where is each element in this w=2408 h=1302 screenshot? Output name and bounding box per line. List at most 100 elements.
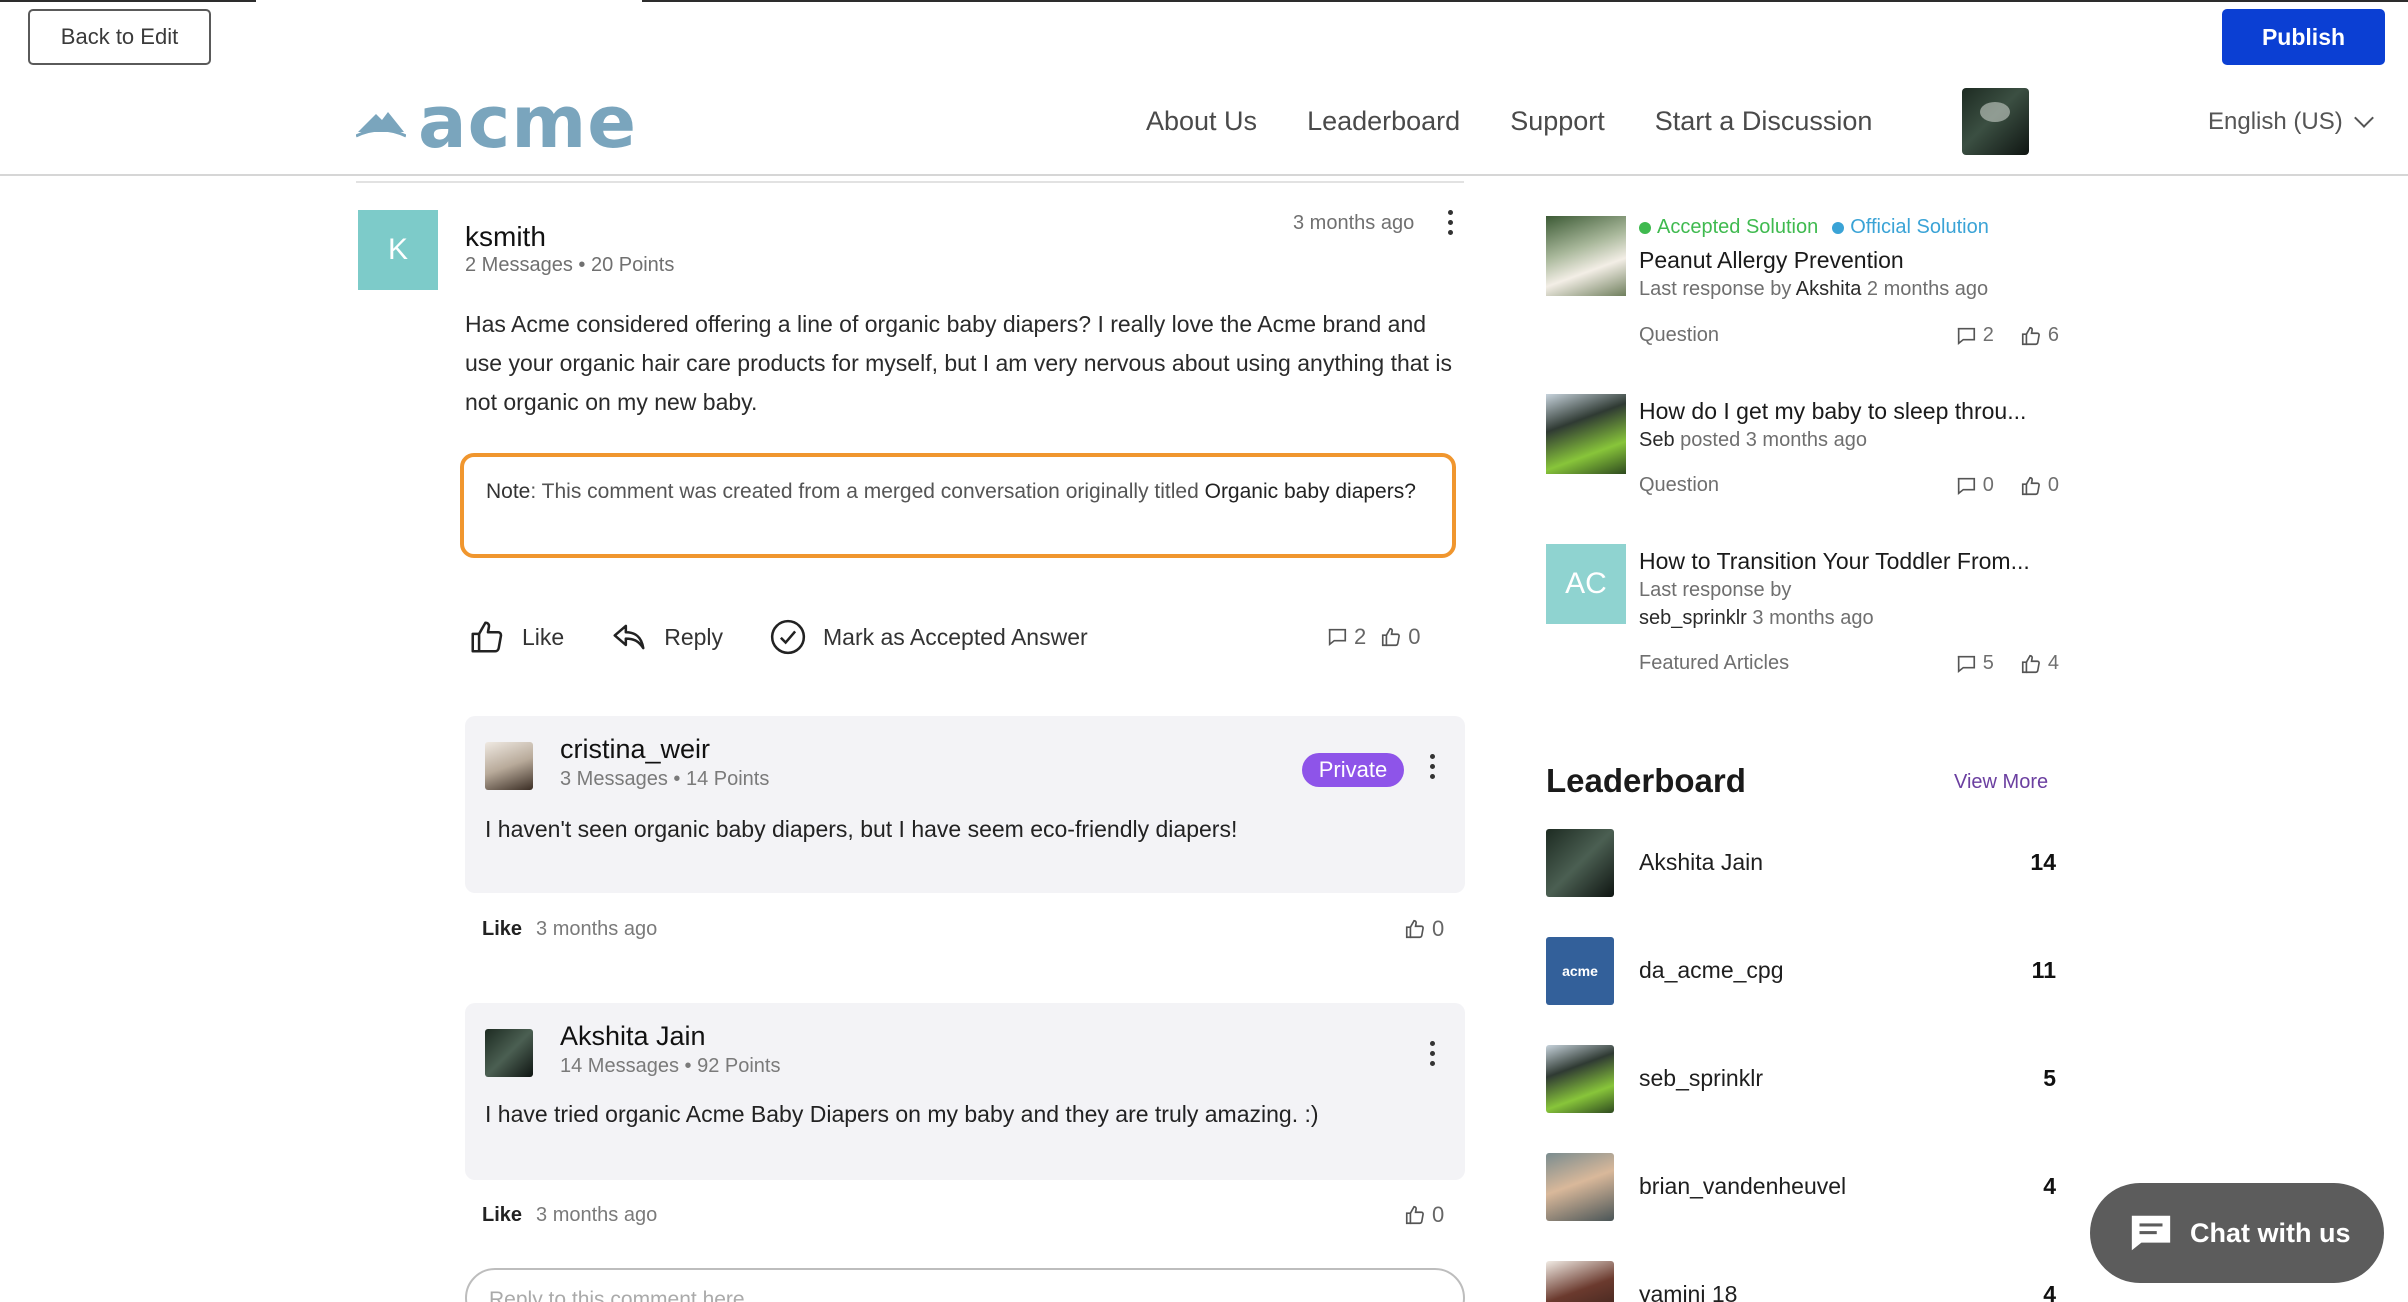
leaderboard-name: da_acme_cpg	[1639, 957, 1784, 983]
nav-about-us[interactable]: About Us	[1146, 106, 1257, 137]
reply-icon	[613, 624, 645, 650]
leaderboard-avatar	[1546, 829, 1614, 897]
discussion-item[interactable]: AC How to Transition Your Toddler From..…	[1546, 544, 2059, 684]
comment-like-link[interactable]: Like	[482, 918, 522, 941]
merge-note: Note: This comment was created from a me…	[460, 453, 1456, 558]
leaderboard-row[interactable]: yamini 18 4	[1546, 1261, 2056, 1302]
comment-icon	[1328, 628, 1347, 647]
discussion-category: Featured Articles	[1639, 652, 1790, 674]
post-more-options-icon[interactable]	[1448, 210, 1454, 235]
accepted-solution-badge: Accepted Solution	[1639, 216, 1818, 239]
comment-more-options-icon[interactable]	[1430, 754, 1436, 779]
comment-count: 2	[1326, 624, 1366, 650]
leaderboard-name: yamini 18	[1639, 1281, 1738, 1302]
leaderboard-points: 4	[2043, 1173, 2056, 1199]
note-original-title: Organic baby diapers?	[1204, 480, 1416, 503]
comment-count: 0	[1955, 474, 1994, 497]
post-actions: Like Reply Mark as Accepted Answer	[468, 618, 1134, 656]
post-author[interactable]: ksmith	[465, 221, 546, 253]
mark-accepted-button[interactable]: Mark as Accepted Answer	[769, 618, 1088, 656]
post-timestamp: 3 months ago	[1293, 212, 1415, 234]
leaderboard-points: 14	[2030, 849, 2056, 875]
thumbs-up-icon	[1405, 1205, 1424, 1225]
author-avatar[interactable]: K	[358, 210, 438, 290]
nav-start-discussion[interactable]: Start a Discussion	[1655, 106, 1873, 137]
mark-accepted-label: Mark as Accepted Answer	[823, 623, 1088, 650]
comment-like-value: 0	[1432, 1202, 1445, 1227]
back-to-edit-button[interactable]: Back to Edit	[28, 9, 211, 65]
view-more-link[interactable]: View More	[1954, 771, 2048, 794]
nav-support[interactable]: Support	[1510, 106, 1605, 137]
comment-card: Akshita Jain 14 Messages • 92 Points I h…	[465, 1003, 1465, 1180]
comment-more-options-icon[interactable]	[1430, 1041, 1436, 1066]
thumbs-up-icon	[2021, 476, 2040, 495]
leaderboard-name: seb_sprinklr	[1639, 1065, 1763, 1091]
chat-with-us-button[interactable]: Chat with us	[2090, 1183, 2384, 1283]
logo-text: acme	[418, 80, 638, 164]
comment-author-meta: 3 Messages • 14 Points	[560, 768, 770, 790]
reply-label: Reply	[664, 623, 724, 650]
leaderboard-points: 11	[2031, 957, 2056, 983]
publish-button[interactable]: Publish	[2222, 9, 2385, 65]
leaderboard-row[interactable]: brian_vandenheuvel 4	[1546, 1153, 2056, 1221]
like-count-value: 0	[1408, 624, 1421, 649]
comment-count: 5	[1955, 652, 1994, 675]
comment-like-link[interactable]: Like	[482, 1204, 522, 1227]
discussion-title[interactable]: How to Transition Your Toddler From...	[1639, 546, 2059, 576]
comment-body: I have tried organic Acme Baby Diapers o…	[485, 1101, 1319, 1127]
leaderboard-name: brian_vandenheuvel	[1639, 1173, 1847, 1199]
chat-label: Chat with us	[2190, 1217, 2351, 1248]
acme-logo[interactable]: acme	[356, 80, 638, 164]
comment-count: 2	[1955, 324, 1994, 347]
comment-icon	[1957, 655, 1975, 673]
thumbs-up-icon	[2021, 654, 2040, 673]
discussion-footer: Featured Articles 5 4	[1639, 652, 2059, 675]
leaderboard-avatar	[1546, 1045, 1614, 1113]
comment-avatar[interactable]	[485, 1029, 533, 1077]
discussion-item[interactable]: How do I get my baby to sleep throu... S…	[1546, 394, 2059, 504]
discussion-footer: Question 0 0	[1639, 474, 2059, 497]
note-text: : This comment was created from a merged…	[530, 480, 1205, 503]
post-body: Has Acme considered offering a line of o…	[465, 311, 1452, 415]
discussion-thumbnail	[1546, 216, 1626, 296]
discussion-title[interactable]: Peanut Allergy Prevention	[1639, 245, 2059, 275]
main-nav: About Us Leaderboard Support Start a Dis…	[1146, 106, 1872, 137]
comment-card: cristina_weir 3 Messages • 14 Points Pri…	[465, 716, 1465, 893]
comment-body: I haven't seen organic baby diapers, but…	[485, 816, 1238, 842]
official-solution-badge: Official Solution	[1832, 216, 1989, 239]
like-button[interactable]: Like	[468, 618, 564, 656]
comment-author[interactable]: Akshita Jain	[560, 1021, 706, 1052]
comment-timestamp: 3 months ago	[536, 1204, 658, 1226]
comment-timestamp: 3 months ago	[536, 918, 658, 940]
discussion-footer: Question 2 6	[1639, 324, 2059, 347]
leaderboard-avatar	[1546, 1153, 1614, 1221]
nav-leaderboard[interactable]: Leaderboard	[1307, 106, 1460, 137]
mountain-logo-icon	[356, 112, 406, 138]
comment-author-meta: 14 Messages • 92 Points	[560, 1055, 781, 1077]
check-circle-icon	[770, 619, 806, 655]
thumbs-up-icon	[2021, 326, 2040, 345]
user-avatar[interactable]	[1962, 88, 2029, 155]
comment-avatar[interactable]	[485, 742, 533, 790]
discussion-item[interactable]: Accepted Solution Official Solution Pean…	[1546, 216, 2059, 356]
language-selector[interactable]: English (US)	[2208, 108, 2374, 136]
comment-like-count: 0	[1404, 1202, 1444, 1228]
post-stats: 2 0	[1326, 624, 1421, 650]
reply-input[interactable]: Reply to this comment here	[465, 1268, 1465, 1302]
like-label: Like	[522, 623, 565, 650]
reply-button[interactable]: Reply	[610, 618, 723, 656]
leaderboard-points: 4	[2043, 1281, 2056, 1302]
leaderboard-row[interactable]: acme da_acme_cpg 11	[1546, 937, 2056, 1005]
comment-author[interactable]: cristina_weir	[560, 734, 710, 765]
header-divider	[0, 174, 2408, 176]
discussion-subtitle: Last response by seb_sprinklr 3 months ag…	[1639, 579, 1874, 629]
leaderboard-row[interactable]: Akshita Jain 14	[1546, 829, 2056, 897]
like-count: 6	[2020, 324, 2059, 347]
discussion-category: Question	[1639, 474, 1720, 496]
discussion-subtitle: Last response by Akshita 2 months ago	[1639, 278, 1989, 300]
leaderboard-avatar: acme	[1546, 937, 1614, 1005]
discussion-title[interactable]: How do I get my baby to sleep throu...	[1639, 396, 2059, 426]
discussion-avatar: AC	[1546, 544, 1626, 624]
chevron-down-icon	[2353, 108, 2374, 128]
leaderboard-row[interactable]: seb_sprinklr 5	[1546, 1045, 2056, 1113]
